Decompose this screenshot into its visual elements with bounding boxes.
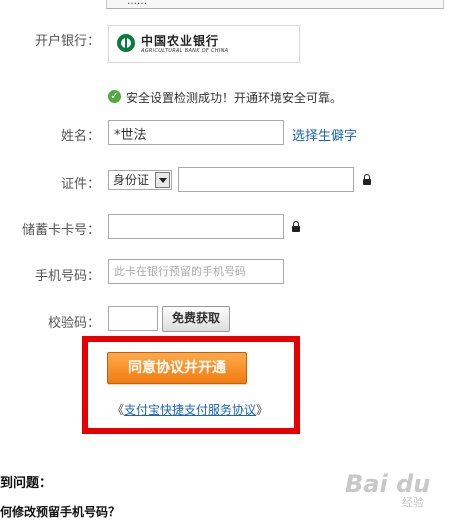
help-title: 遇到问题： (0, 476, 53, 491)
chevron-down-icon[interactable] (155, 172, 170, 188)
verify-code-input[interactable] (108, 306, 158, 331)
agree-and-open-button[interactable]: 同意协议并开通 (107, 352, 247, 384)
agreement-open-bracket: 《 (112, 403, 125, 417)
name-label: 姓名： (60, 129, 100, 144)
top-notice-strip: …… (106, 0, 444, 9)
bank-label: 开户银行： (34, 34, 100, 49)
phone-input[interactable]: 此卡在银行预留的手机号码 (108, 259, 284, 284)
card-label: 储蓄卡卡号： (21, 223, 100, 238)
bank-logo: 中国农业银行 AGRICULTURAL BANK OF CHINA (108, 25, 300, 63)
bank-name: 中国农业银行 (141, 34, 220, 48)
highlight-box (82, 336, 300, 434)
agreement-link[interactable]: 支付宝快捷支付服务协议 (124, 403, 256, 417)
id-type-value: 身份证 (113, 173, 150, 187)
id-type-select[interactable]: 身份证 (108, 170, 172, 190)
security-message: 安全设置检测成功！开通环境安全可靠。 (126, 91, 343, 105)
agreement-close-bracket: 》 (256, 403, 269, 417)
rare-char-link[interactable]: 选择生僻字 (292, 125, 357, 144)
agreement-line: 《支付宝快捷支付服务协议》 (112, 401, 268, 418)
check-icon: ✓ (108, 90, 121, 103)
id-number-input[interactable] (178, 167, 354, 192)
card-number-input[interactable] (108, 214, 284, 239)
help-question[interactable]: 如何修改预留手机号码？ (0, 503, 120, 520)
phone-placeholder: 此卡在银行预留的手机号码 (114, 265, 246, 278)
abc-bank-icon (117, 34, 135, 52)
lock-icon (363, 174, 371, 185)
bank-english-name: AGRICULTURAL BANK OF CHINA (141, 48, 229, 54)
get-code-button[interactable]: 免费获取 (162, 306, 230, 332)
verify-label: 校验码： (47, 316, 100, 331)
lock-icon (292, 221, 300, 232)
id-label: 证件： (60, 177, 100, 192)
top-notice-text: …… (127, 0, 147, 7)
baidu-watermark-sub: 经验 (402, 496, 424, 509)
name-input[interactable]: *世法 (108, 120, 284, 145)
phone-label: 手机号码： (34, 269, 100, 284)
